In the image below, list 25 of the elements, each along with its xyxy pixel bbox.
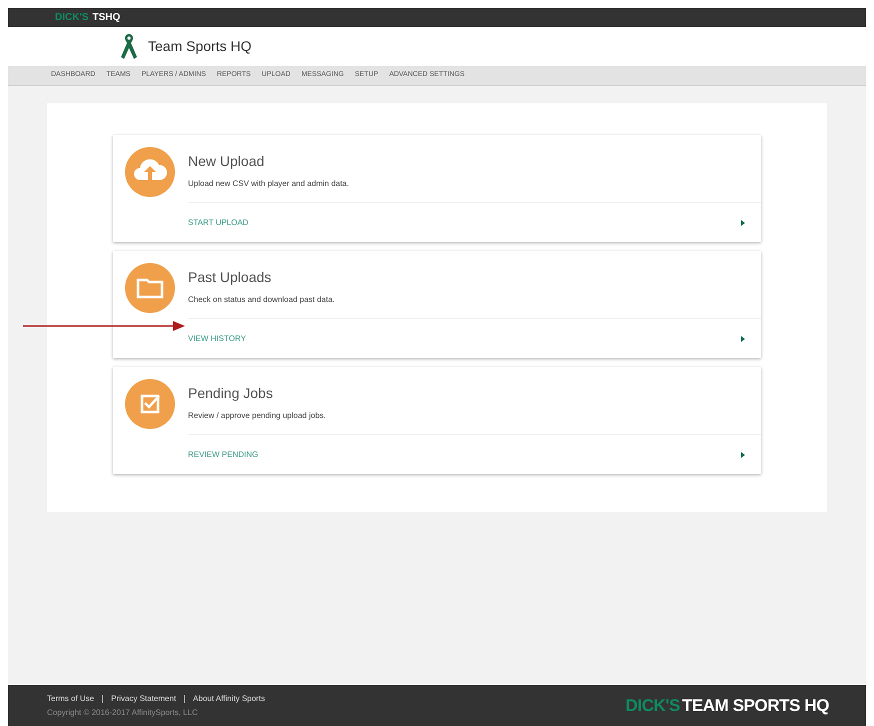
footer-link[interactable]: Privacy Statement — [111, 692, 176, 704]
logo-mark: DICK'S — [626, 694, 680, 717]
caret-icon — [741, 452, 745, 458]
card-action-link[interactable]: VIEW HISTORY — [188, 318, 761, 358]
card-description: Check on status and download past data. — [188, 294, 336, 306]
footer-link[interactable]: About Affinity Sports — [193, 692, 265, 704]
card-action-link[interactable]: START UPLOAD — [188, 202, 761, 242]
copyright-text: Copyright © 2016-2017 AffinitySports, LLC — [47, 706, 199, 718]
card-title: New Upload — [188, 152, 266, 171]
brand-mark: DICK'S — [55, 11, 88, 25]
card-description: Review / approve pending upload jobs. — [188, 410, 327, 422]
folder-icon — [125, 263, 175, 313]
caret-icon — [741, 220, 745, 226]
caret-icon — [741, 336, 745, 342]
card-description: Upload new CSV with player and admin data. — [188, 178, 350, 190]
logo-text: TEAM SPORTS HQ — [682, 694, 829, 717]
ribbon-icon — [120, 32, 138, 60]
card-title: Past Uploads — [188, 268, 272, 287]
card-action-link[interactable]: REVIEW PENDING — [188, 434, 761, 474]
cloud-upload-icon — [125, 147, 175, 197]
brand-name: TSHQ — [92, 11, 120, 25]
card-title: Pending Jobs — [188, 384, 274, 403]
site-title: Team Sports HQ — [148, 37, 252, 56]
checkbox-icon — [125, 379, 175, 429]
footer-link[interactable]: Terms of Use — [47, 692, 94, 704]
